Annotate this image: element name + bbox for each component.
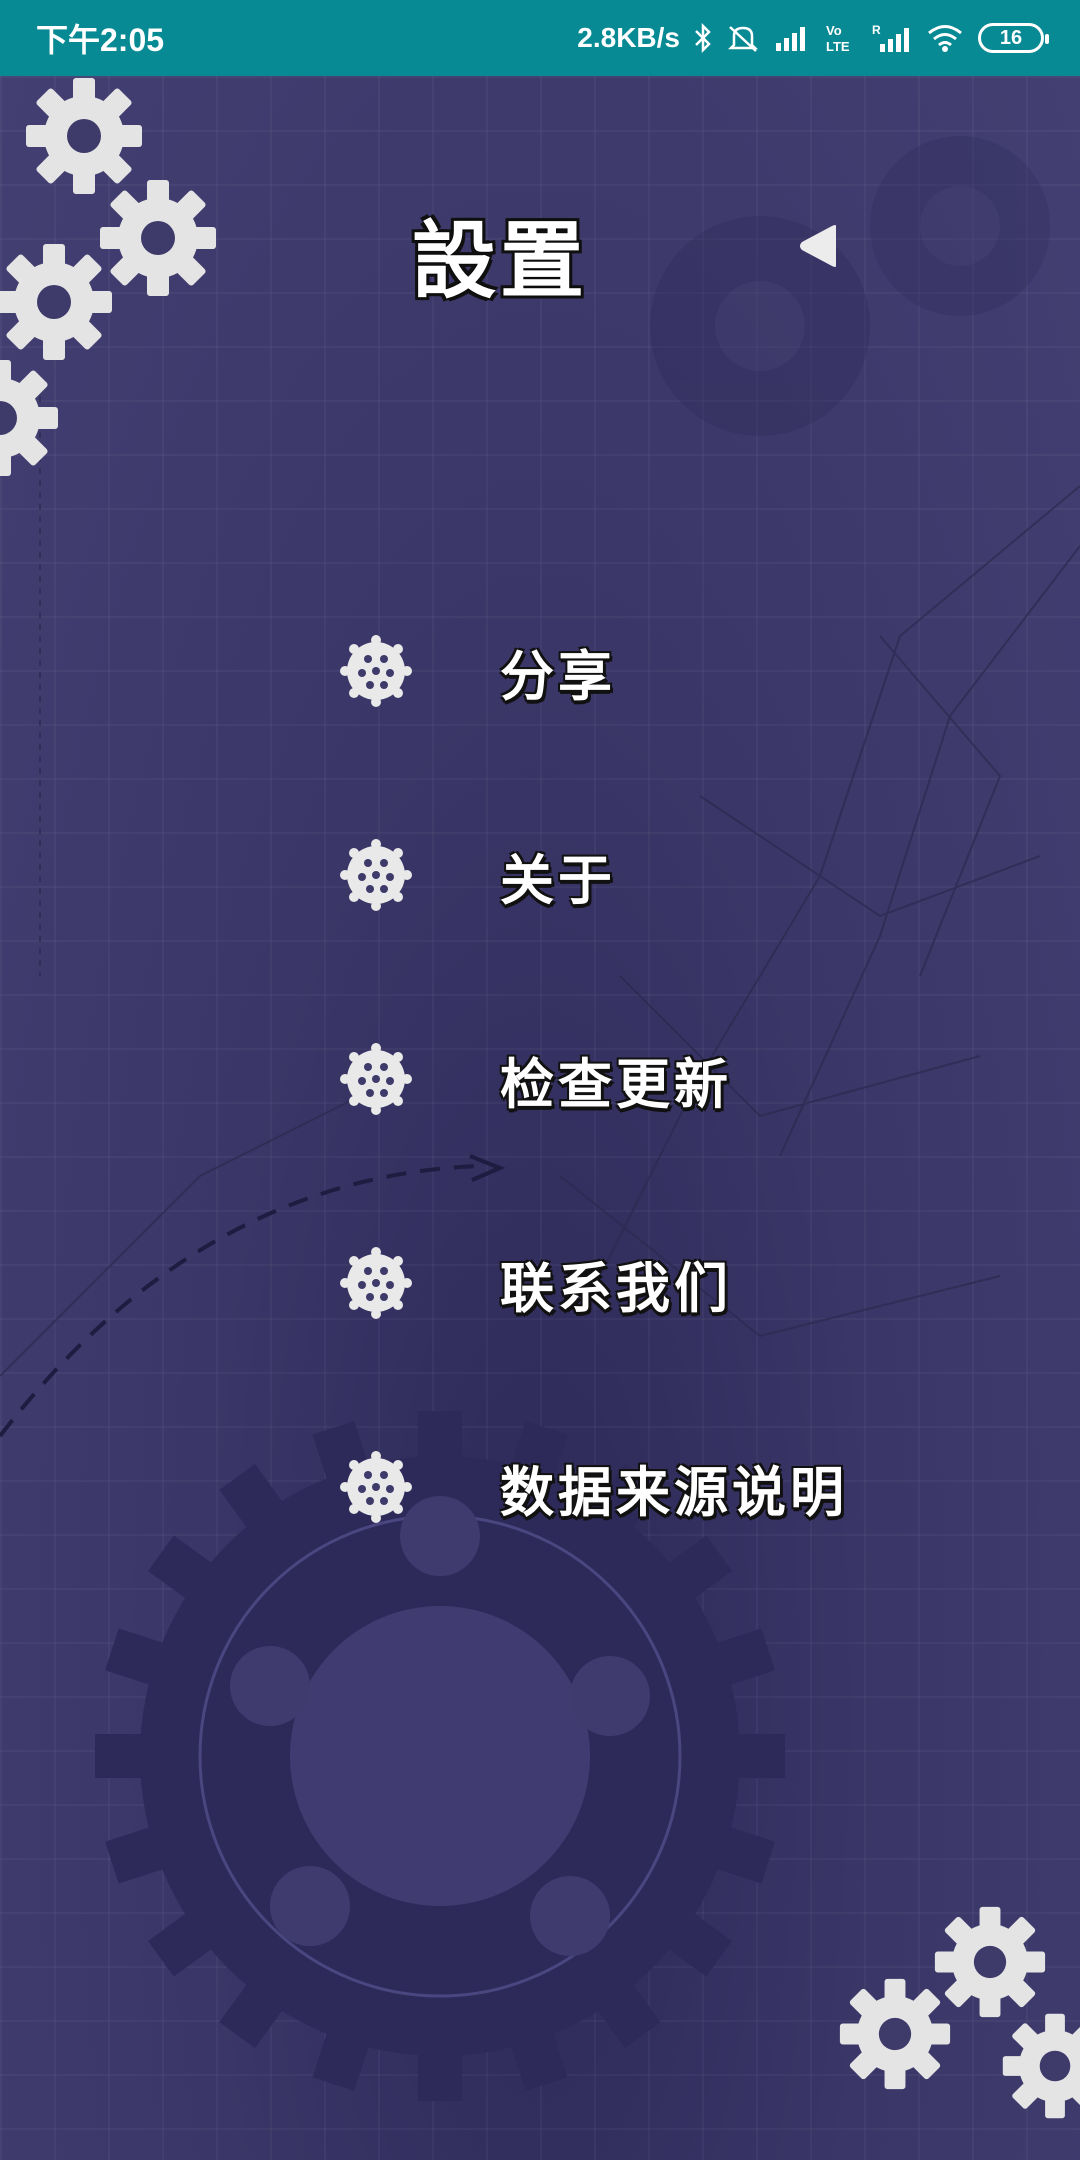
white-gear-icon: [0, 360, 58, 476]
menu-item-about[interactable]: 关于: [340, 820, 980, 930]
volte-icon: Vo LTE: [824, 22, 858, 54]
wifi-icon: [926, 23, 964, 53]
white-gear-icon: [934, 1906, 1046, 2018]
menu-label: 检查更新: [500, 1052, 732, 1116]
mute-icon: [726, 23, 760, 53]
settings-screen: 設置 分享 关于 检查更新 联系我们 数据来源说明: [0, 76, 1080, 2160]
network-speed: 2.8KB/s: [577, 22, 680, 53]
page-title: 設置: [411, 212, 588, 310]
svg-text:R: R: [872, 23, 881, 37]
dashed-arc-arrow: [469, 1154, 506, 1182]
dotted-gear-icon: [340, 1043, 412, 1115]
menu-item-contact-us[interactable]: 联系我们: [340, 1228, 980, 1338]
dotted-gear-icon: [340, 1451, 412, 1523]
white-gear-icon: [839, 1978, 951, 2090]
dotted-gear-icon: [340, 635, 412, 707]
status-bar: 下午2:05 2.8KB/s Vo LTE R 16: [0, 0, 1080, 76]
white-gear-icon: [1002, 2013, 1080, 2119]
signal-icon: [774, 23, 810, 53]
roaming-signal-icon: R: [872, 22, 912, 54]
status-icons: 2.8KB/s Vo LTE R 16: [577, 22, 1049, 54]
dotted-gear-icon: [340, 1247, 412, 1319]
svg-text:LTE: LTE: [826, 39, 850, 54]
menu-item-check-update[interactable]: 检查更新: [340, 1024, 980, 1134]
bluetooth-icon: [694, 23, 712, 53]
svg-text:Vo: Vo: [826, 23, 842, 38]
white-gear-icon: [26, 78, 142, 194]
triangle-left-icon: [800, 225, 836, 267]
menu-item-share[interactable]: 分享: [340, 616, 980, 726]
back-button[interactable]: [792, 218, 844, 274]
menu-label: 关于: [500, 848, 616, 912]
battery-level: 16: [999, 26, 1023, 49]
menu-item-data-source[interactable]: 数据来源说明: [340, 1432, 980, 1542]
status-time: 下午2:05: [36, 22, 165, 58]
battery-icon: 16: [978, 23, 1049, 53]
menu-label: 数据来源说明: [500, 1460, 848, 1524]
menu-label: 联系我们: [500, 1256, 732, 1320]
dotted-gear-icon: [340, 839, 412, 911]
menu-label: 分享: [500, 644, 616, 708]
